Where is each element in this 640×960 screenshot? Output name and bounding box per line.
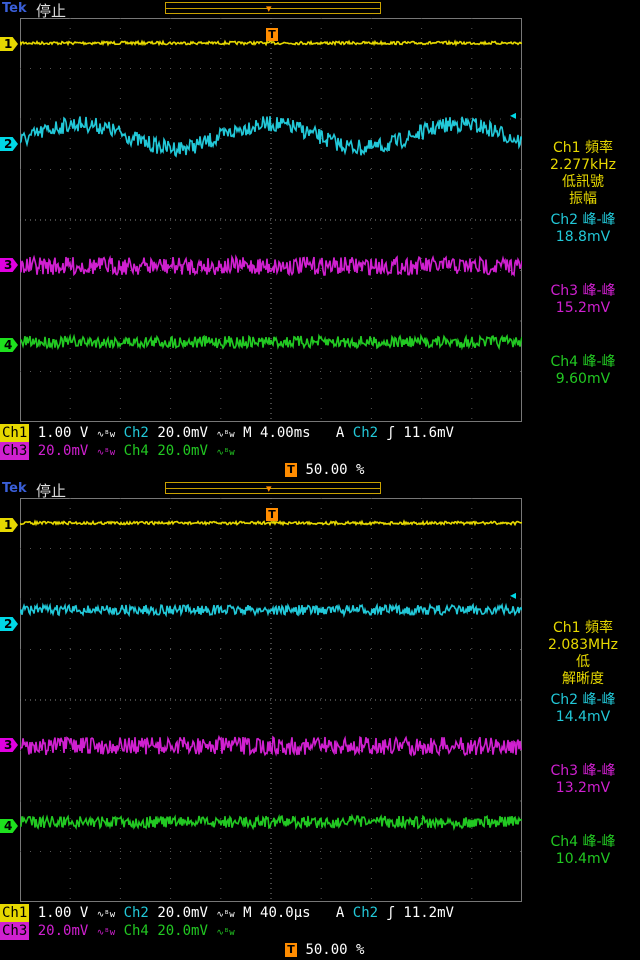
ch1-marker[interactable]: 1 — [0, 518, 18, 532]
trigger-position-readout: T 50.00 % — [285, 942, 364, 958]
record-length-bar — [165, 482, 381, 494]
ch4-marker[interactable]: 4 — [0, 819, 18, 833]
readout-ch2-pk2pk: Ch2 峰-峰 18.8mV — [550, 212, 616, 245]
ch2-scale: 20.0mV — [157, 425, 208, 441]
trigger-marker: T — [266, 28, 278, 41]
trigger-level: 11.6mV — [403, 425, 454, 441]
readout-ch3-pk2pk: Ch3 峰-峰 15.2mV — [550, 283, 616, 316]
trigger-position-icon: ▾ — [266, 2, 272, 15]
status-row-1: Ch1 1.00 V ∿ᴮw Ch2 20.0mV ∿ᴮw M 4.00ms A… — [0, 424, 454, 442]
ch3-scale: 20.0mV — [37, 443, 89, 459]
waveform-display[interactable] — [20, 18, 522, 422]
record-length-bar — [165, 2, 381, 14]
readout-ch1-frequency: Ch1 頻率 2.277kHz 低訊號 振幅 — [549, 140, 617, 207]
readout-ch4-pk2pk: Ch4 峰-峰 9.60mV — [550, 354, 616, 387]
trigger-level: 11.2mV — [403, 905, 454, 921]
bw-limit-icon: ∿ᴮw — [96, 430, 116, 440]
ch2-label[interactable]: Ch2 — [124, 905, 149, 921]
trigger-mode: A — [335, 425, 345, 441]
ch4-scale: 20.0mV — [157, 443, 208, 459]
trigger-slope-icon: ʃ — [386, 425, 395, 441]
ch4-label[interactable]: Ch4 — [124, 923, 149, 939]
ch3-marker[interactable]: 3 — [0, 738, 18, 752]
trigger-position-value: 50.00 % — [305, 462, 365, 478]
ch3-label[interactable]: Ch3 — [0, 922, 30, 940]
trigger-slope-icon: ʃ — [386, 905, 395, 921]
ch3-marker[interactable]: 3 — [0, 258, 18, 272]
bw-limit-icon: ∿ᴮw — [96, 910, 116, 920]
trigger-icon: T — [285, 463, 297, 477]
brand-logo: Tek — [2, 1, 27, 16]
trigger-level-icon: ◂ — [510, 588, 517, 602]
ch2-marker[interactable]: 2 — [0, 137, 18, 151]
ch2-scale: 20.0mV — [157, 905, 208, 921]
ch3-label[interactable]: Ch3 — [0, 442, 30, 460]
ch1-marker[interactable]: 1 — [0, 37, 18, 51]
ch1-scale: 1.00 V — [37, 905, 89, 921]
ch2-marker[interactable]: 2 — [0, 617, 18, 631]
trigger-mode: A — [335, 905, 345, 921]
trigger-position-readout: T 50.00 % — [285, 462, 364, 478]
status-row-1: Ch1 1.00 V ∿ᴮw Ch2 20.0mV ∿ᴮw M 40.0µs A… — [0, 904, 454, 922]
waveform-display[interactable] — [20, 498, 522, 902]
bw-limit-icon: ∿ᴮw — [216, 448, 235, 458]
ch3-scale: 20.0mV — [37, 923, 89, 939]
scope-panel-bottom: Tek 停止 ▾ T 1 2 3 4 ◂ Ch1 頻率 2.083MHz 低 解… — [0, 480, 640, 960]
readout-ch3-pk2pk: Ch3 峰-峰 13.2mV — [550, 763, 616, 796]
trigger-marker: T — [266, 508, 278, 521]
brand-logo: Tek — [2, 481, 27, 496]
ch1-scale: 1.00 V — [37, 425, 89, 441]
ch2-label[interactable]: Ch2 — [124, 425, 149, 441]
bw-limit-icon: ∿ᴮw — [216, 928, 235, 938]
trigger-position-icon: ▾ — [266, 482, 272, 495]
trigger-source: Ch2 — [352, 425, 379, 441]
ch4-scale: 20.0mV — [157, 923, 208, 939]
top-bar: Tek 停止 ▾ — [0, 0, 640, 20]
trigger-level-icon: ◂ — [510, 108, 517, 122]
ch4-marker[interactable]: 4 — [0, 338, 18, 352]
trigger-icon: T — [285, 943, 297, 957]
bw-limit-icon: ∿ᴮw — [216, 430, 235, 440]
scope-panel-top: Tek 停止 ▾ T 1 2 3 4 ◂ Ch1 頻率 2.277kHz 低訊號… — [0, 0, 640, 480]
readout-ch4-pk2pk: Ch4 峰-峰 10.4mV — [550, 834, 616, 867]
status-row-2: Ch3 20.0mV ∿ᴮw Ch4 20.0mV ∿ᴮw — [0, 442, 235, 460]
bw-limit-icon: ∿ᴮw — [216, 910, 235, 920]
timebase: M 4.00ms — [243, 425, 311, 441]
top-bar: Tek 停止 ▾ — [0, 480, 640, 500]
ch1-label[interactable]: Ch1 — [0, 424, 30, 442]
timebase: M 40.0µs — [243, 905, 311, 921]
bw-limit-icon: ∿ᴮw — [96, 448, 116, 458]
bw-limit-icon: ∿ᴮw — [96, 928, 116, 938]
readout-ch1-frequency: Ch1 頻率 2.083MHz 低 解晰度 — [547, 620, 619, 687]
readout-ch2-pk2pk: Ch2 峰-峰 14.4mV — [550, 692, 616, 725]
ch1-label[interactable]: Ch1 — [0, 904, 30, 922]
ch4-label[interactable]: Ch4 — [124, 443, 149, 459]
status-row-2: Ch3 20.0mV ∿ᴮw Ch4 20.0mV ∿ᴮw — [0, 922, 235, 940]
trigger-position-value: 50.00 % — [305, 942, 365, 958]
trigger-source: Ch2 — [352, 905, 379, 921]
